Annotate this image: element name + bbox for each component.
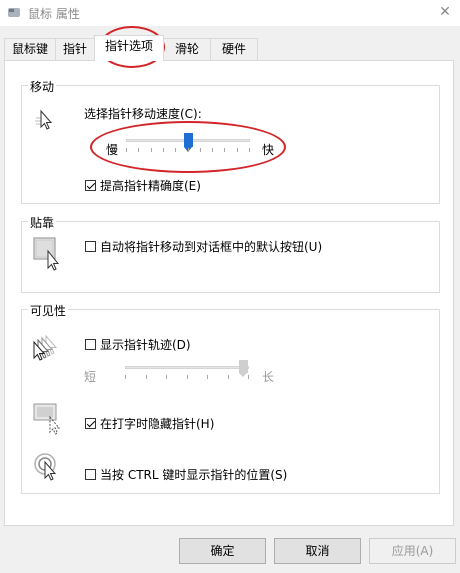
slider-tick — [138, 148, 139, 152]
apply-button[interactable]: 应用(A) — [369, 538, 456, 564]
slider-tick — [166, 375, 167, 379]
slider-tick — [212, 148, 213, 152]
cancel-button[interactable]: 取消 — [274, 538, 361, 564]
snap-label[interactable]: 自动将指针移动到对话框中的默认按钮(U) — [100, 238, 322, 255]
slider-tick — [175, 148, 176, 152]
window-title: 鼠标 属性 — [28, 7, 80, 21]
motion-group: 移动 选择指针移动速度(C): 慢 快 提高指针精确度(E) — [21, 78, 440, 204]
show-ctrl-label[interactable]: 当按 CTRL 键时显示指针的位置(S) — [100, 466, 287, 483]
slider-tick — [200, 148, 201, 152]
close-button[interactable]: ✕ — [430, 0, 460, 26]
long-label: 长 — [262, 370, 275, 384]
hide-pointer-label[interactable]: 在打字时隐藏指针(H) — [100, 415, 214, 432]
trails-checkbox[interactable] — [85, 339, 96, 350]
speed-label: 选择指针移动速度(C): — [84, 107, 202, 121]
tab-pointer-options[interactable]: 指针选项 — [94, 35, 164, 61]
pointer-trails-icon — [33, 334, 58, 361]
slider-tick — [248, 375, 249, 379]
slider-tick — [125, 375, 126, 379]
slider-tick — [163, 148, 164, 152]
slider-tick — [224, 148, 225, 152]
slider-tick — [237, 148, 238, 152]
tab-buttons[interactable]: 鼠标键 — [4, 38, 56, 60]
slider-tick — [188, 148, 189, 152]
tab-strip: 鼠标键 指针 指针选项 滑轮 硬件 — [4, 35, 456, 61]
tab-hardware[interactable]: 硬件 — [210, 38, 258, 60]
precision-checkbox[interactable] — [85, 180, 96, 191]
trails-label[interactable]: 显示指针轨迹(D) — [100, 336, 191, 353]
visibility-group: 可见性 显示指针轨迹(D) 短 长 在打字时隐藏指针(H) 当按 CTRL 键时… — [21, 302, 440, 494]
motion-group-title: 移动 — [28, 78, 57, 95]
visibility-group-title: 可见性 — [28, 302, 69, 319]
pointer-speed-icon — [35, 109, 53, 130]
tab-pointers[interactable]: 指针 — [55, 38, 95, 60]
slider-tick — [249, 148, 250, 152]
tab-wheel[interactable]: 滑轮 — [163, 38, 211, 60]
slider-tick — [146, 375, 147, 379]
slow-label: 慢 — [106, 143, 119, 157]
trails-slider-track[interactable] — [125, 366, 249, 369]
slider-tick — [207, 375, 208, 379]
title-bar: 鼠标 属性 ✕ — [0, 0, 460, 26]
snap-group: 贴靠 自动将指针移动到对话框中的默认按钮(U) — [21, 214, 440, 293]
tab-panel: 移动 选择指针移动速度(C): 慢 快 提高指针精确度(E) 贴靠 自动将指针移… — [4, 60, 454, 526]
snap-checkbox[interactable] — [85, 241, 96, 252]
fast-label: 快 — [262, 143, 275, 157]
short-label: 短 — [84, 370, 97, 384]
snap-to-button-icon — [33, 237, 60, 271]
snap-group-title: 贴靠 — [28, 214, 57, 231]
mouse-app-icon — [8, 8, 20, 17]
slider-tick — [187, 375, 188, 379]
hide-while-typing-icon — [33, 403, 61, 435]
precision-label[interactable]: 提高指针精确度(E) — [100, 177, 201, 194]
slider-tick — [228, 375, 229, 379]
ok-button[interactable]: 确定 — [179, 538, 266, 564]
locate-pointer-icon — [34, 453, 57, 481]
hide-pointer-checkbox[interactable] — [85, 418, 96, 429]
show-ctrl-checkbox[interactable] — [85, 469, 96, 480]
slider-tick — [126, 148, 127, 152]
speed-slider-thumb[interactable] — [184, 133, 193, 152]
slider-tick — [151, 148, 152, 152]
trails-slider-thumb[interactable] — [239, 360, 248, 377]
